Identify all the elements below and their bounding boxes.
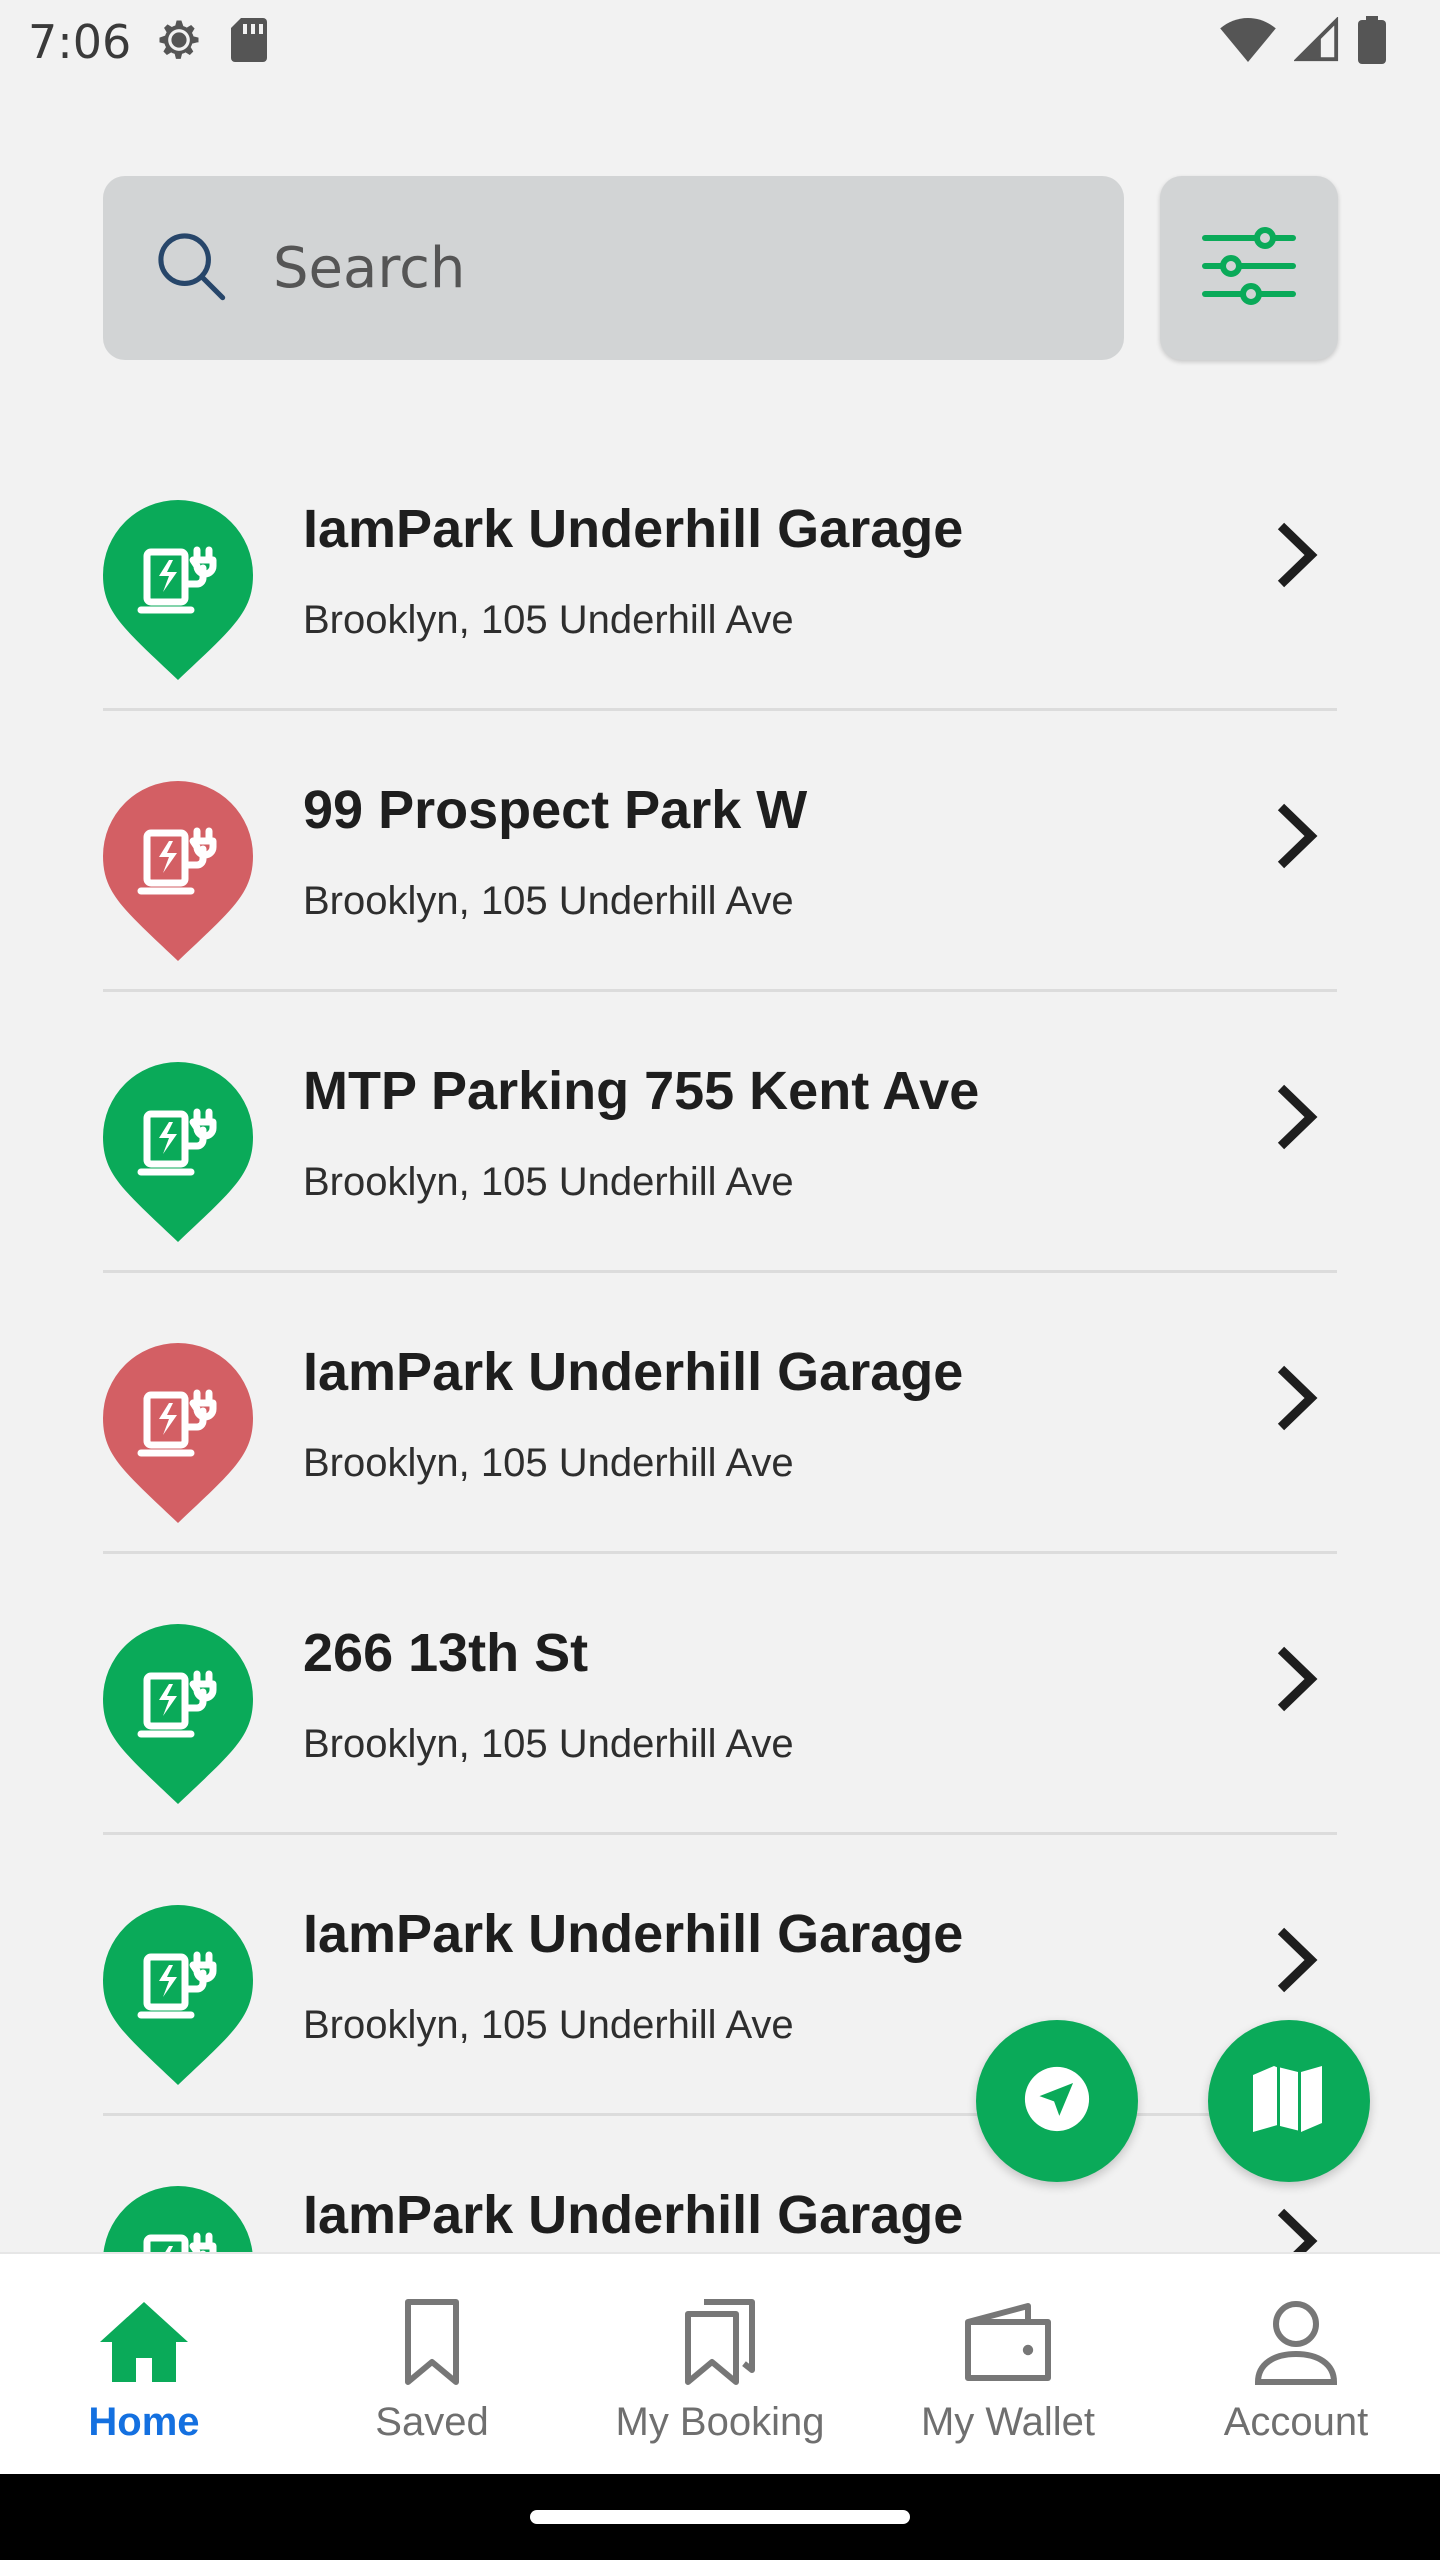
ev-charging-station-pin-icon [103,1062,253,1242]
station-list-item[interactable]: IamPark Underhill Garage Brooklyn, 105 U… [103,430,1337,711]
station-name: 99 Prospect Park W [303,780,808,840]
ev-charging-station-pin-icon [103,1343,253,1523]
status-bar: 7:06 [0,0,1440,84]
ev-charging-station-pin-icon [103,1624,253,1804]
nav-label-saved: Saved [375,2400,489,2444]
nav-label-home: Home [88,2400,200,2444]
ev-charging-station-pin-icon [103,500,253,680]
map-icon [1253,2065,1325,2137]
nav-saved[interactable]: Saved [288,2254,576,2474]
station-address: Brooklyn, 105 Underhill Ave [303,1722,794,1766]
station-address: Brooklyn, 105 Underhill Ave [303,1160,794,1204]
system-gesture-area [0,2474,1440,2560]
chevron-right-icon [1263,518,1327,592]
chevron-right-icon [1263,1361,1327,1435]
status-time: 7:06 [28,15,132,69]
user-icon [1254,2301,1338,2385]
station-list: IamPark Underhill Garage Brooklyn, 105 U… [0,430,1440,2252]
station-address: Brooklyn, 105 Underhill Ave [303,598,794,642]
chevron-right-icon [1263,1923,1327,1997]
status-left: 7:06 [28,14,271,70]
station-address: Brooklyn, 105 Underhill Ave [303,1441,794,1485]
sliders-icon [1201,224,1297,312]
ev-charging-station-pin-icon [103,2186,253,2252]
nav-home[interactable]: Home [0,2254,288,2474]
sd-card-icon [227,16,271,68]
search-icon [153,228,229,308]
ev-charging-station-pin-icon [103,1905,253,2085]
nav-label-my-booking: My Booking [615,2400,825,2444]
chevron-right-icon [1263,2204,1327,2252]
nav-my-booking[interactable]: My Booking [576,2254,864,2474]
home-gesture-handle[interactable] [530,2510,910,2524]
bookmarks-icon [685,2299,755,2385]
signal-icon [1293,16,1340,67]
station-name: IamPark Underhill Garage [303,1904,964,1964]
nav-label-my-wallet: My Wallet [920,2400,1096,2444]
status-right [1220,16,1412,68]
station-name: 266 13th St [303,1623,589,1683]
station-list-item[interactable]: IamPark Underhill Garage Brooklyn, 105 U… [103,1835,1337,2116]
nav-account[interactable]: Account [1152,2254,1440,2474]
station-list-item[interactable]: 266 13th St Brooklyn, 105 Underhill Ave [103,1554,1337,1835]
station-name: IamPark Underhill Garage [303,1342,964,1402]
home-icon [100,2302,188,2382]
station-list-item[interactable]: IamPark Underhill Garage [103,2116,1337,2252]
station-name: IamPark Underhill Garage [303,499,964,559]
bottom-navigation: Home Saved My Booking My Wallet Account [0,2252,1440,2474]
station-name: MTP Parking 755 Kent Ave [303,1061,980,1121]
station-address: Brooklyn, 105 Underhill Ave [303,879,794,923]
locate-me-button[interactable] [976,2020,1138,2182]
station-address: Brooklyn, 105 Underhill Ave [303,2003,794,2047]
battery-icon [1358,16,1386,68]
station-list-item[interactable]: MTP Parking 755 Kent Ave Brooklyn, 105 U… [103,992,1337,1273]
bookmark-icon [405,2299,459,2385]
wifi-icon [1220,18,1276,66]
filter-button[interactable] [1160,176,1338,360]
search-input[interactable] [273,235,1033,301]
settings-gear-icon [153,14,205,70]
navigation-arrow-icon [1022,2064,1092,2138]
nav-my-wallet[interactable]: My Wallet [864,2254,1152,2474]
station-list-item[interactable]: 99 Prospect Park W Brooklyn, 105 Underhi… [103,711,1337,992]
ev-charging-station-pin-icon [103,781,253,961]
chevron-right-icon [1263,799,1327,873]
nav-label-account: Account [1223,2400,1369,2444]
station-list-item[interactable]: IamPark Underhill Garage Brooklyn, 105 U… [103,1273,1337,1554]
search-bar[interactable] [103,176,1124,360]
wallet-icon [965,2303,1051,2381]
map-view-button[interactable] [1208,2020,1370,2182]
station-name: IamPark Underhill Garage [303,2185,964,2245]
chevron-right-icon [1263,1080,1327,1154]
chevron-right-icon [1263,1642,1327,1716]
